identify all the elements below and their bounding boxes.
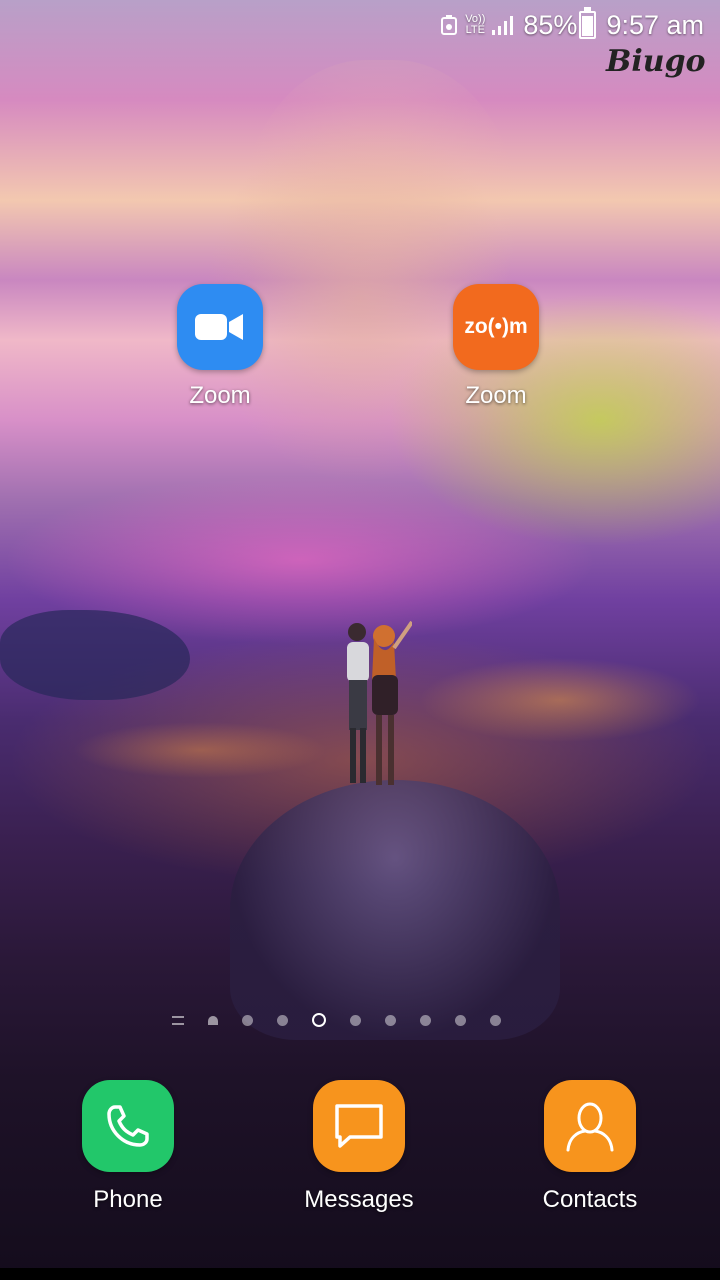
app-label: Zoom [465,382,527,409]
dock-label: Messages [304,1186,414,1213]
page-dot[interactable] [455,1014,466,1026]
zoom-logo-text: zo(•)m [464,315,528,338]
app-label: Zoom [189,382,251,409]
battery-percent: 85% [523,9,578,40]
dock-phone[interactable]: Phone [38,1080,218,1214]
apps-list-indicator[interactable] [172,1015,184,1025]
dock-messages[interactable]: Messages [269,1080,449,1214]
zoom-camera-icon[interactable] [177,284,263,370]
page-dot[interactable] [350,1014,361,1026]
wallpaper-couple [347,620,412,785]
bottom-edge [0,1268,720,1280]
volte-icon: Vo)) LTE [465,14,485,36]
page-dot[interactable] [490,1014,501,1026]
battery-icon [579,7,597,39]
contact-icon[interactable] [544,1080,636,1172]
battery-fill [582,15,594,36]
app-zoom[interactable]: Zoom [155,284,285,410]
image-saver-icon [441,15,458,35]
message-icon[interactable] [313,1080,405,1172]
watermark-logo: Biugo [606,44,706,79]
dock-label: Phone [93,1186,163,1213]
current-page-dot[interactable] [312,1013,326,1027]
page-dot[interactable] [385,1014,396,1026]
dock-label: Contacts [542,1186,638,1213]
home-page-indicator[interactable] [208,1015,218,1025]
home-screen: Vo)) LTE 85% 9:57 am Biugo Zoom zo(•)m Z… [0,0,720,1280]
page-dot[interactable] [420,1014,431,1026]
app-zoom-alt[interactable]: zo(•)m Zoom [431,284,561,410]
zoom-logo-icon[interactable]: zo(•)m [453,284,539,370]
phone-icon[interactable] [82,1080,174,1172]
status-bar: Vo)) LTE 85% 9:57 am [0,0,720,50]
wallpaper-rock [230,780,560,1040]
page-dot[interactable] [277,1014,288,1026]
status-time: 9:57 am [606,9,704,40]
lte-label: LTE [465,24,485,36]
page-dot[interactable] [242,1014,253,1026]
page-indicator[interactable] [172,1010,552,1030]
signal-icon [491,14,515,36]
dock-contacts[interactable]: Contacts [500,1080,680,1214]
